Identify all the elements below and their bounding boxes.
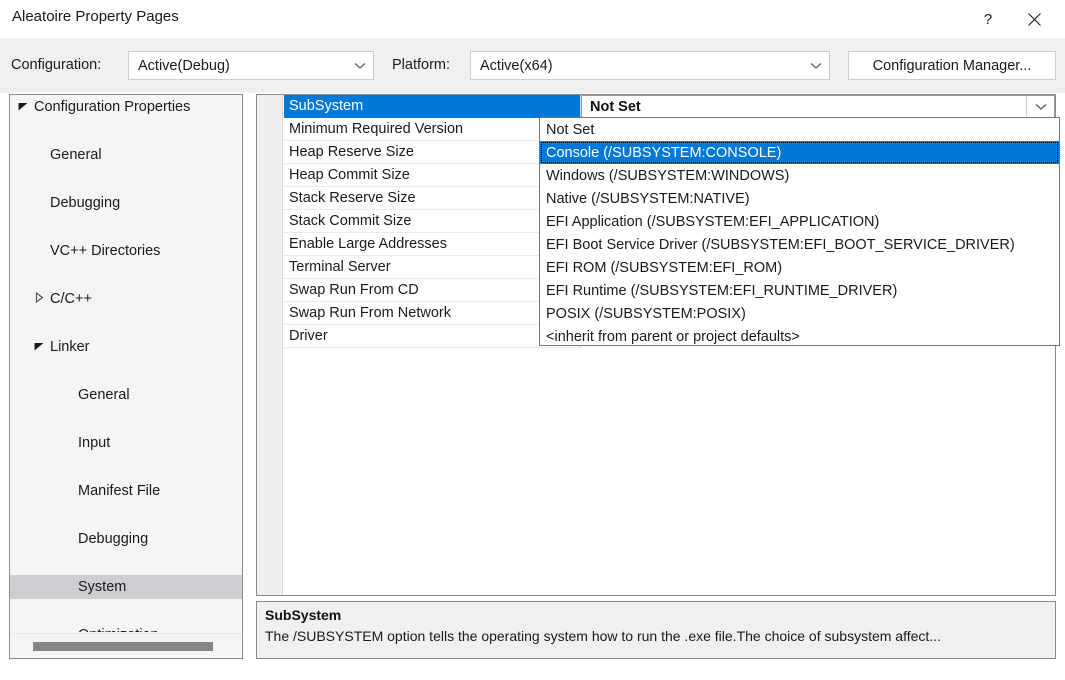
property-name[interactable]: Stack Commit Size <box>284 210 580 233</box>
tree-item-manifest-file[interactable]: Manifest File <box>10 479 242 503</box>
tree-item-label: Configuration Properties <box>34 99 191 115</box>
tree-item-label: Debugging <box>50 195 121 211</box>
tree-item-label: System <box>78 579 127 595</box>
configuration-label: Configuration: <box>11 57 102 73</box>
tree-item-vc-directories[interactable]: VC++ Directories <box>10 239 242 263</box>
tree-item-c-c[interactable]: C/C++ <box>10 287 242 311</box>
tree-item-configuration-properties[interactable]: Configuration Properties <box>10 95 242 119</box>
tree-item-general[interactable]: General <box>10 143 242 167</box>
dropdown-option[interactable]: EFI Application (/SUBSYSTEM:EFI_APPLICAT… <box>540 210 1059 233</box>
property-name[interactable]: Swap Run From Network <box>284 302 580 325</box>
property-name[interactable]: Swap Run From CD <box>284 279 580 302</box>
description-title: SubSystem <box>265 607 342 623</box>
chevron-down-icon <box>347 52 373 79</box>
tree-item-general[interactable]: General <box>10 383 242 407</box>
tree-item-linker[interactable]: Linker <box>10 335 242 359</box>
subsystem-dropdown-list[interactable]: Not Set Console (/SUBSYSTEM:CONSOLE) Windo… <box>539 117 1060 346</box>
description-text: The /SUBSYSTEM option tells the operatin… <box>265 628 941 644</box>
chevron-down-icon[interactable] <box>16 95 30 119</box>
chevron-down-icon <box>803 52 829 79</box>
tree-item-debugging[interactable]: Debugging <box>10 527 242 551</box>
dropdown-option[interactable]: <inherit from parent or project defaults… <box>540 325 1059 345</box>
configuration-manager-button[interactable]: Configuration Manager... <box>848 51 1056 80</box>
tree-item-label: Input <box>78 435 111 451</box>
dropdown-option[interactable]: EFI Runtime (/SUBSYSTEM:EFI_RUNTIME_DRIV… <box>540 279 1059 302</box>
property-name[interactable]: Driver <box>284 325 580 348</box>
title-bar: Aleatoire Property Pages ? <box>0 0 1065 38</box>
chevron-down-icon[interactable] <box>32 335 46 359</box>
dropdown-option[interactable]: EFI ROM (/SUBSYSTEM:EFI_ROM) <box>540 256 1059 279</box>
tree-horizontal-scrollbar[interactable] <box>11 633 241 657</box>
scrollbar-thumb[interactable] <box>33 642 213 651</box>
platform-dropdown[interactable]: Active(x64) <box>470 51 830 80</box>
tree-item-debugging[interactable]: Debugging <box>10 191 242 215</box>
dropdown-option[interactable]: POSIX (/SUBSYSTEM:POSIX) <box>540 302 1059 325</box>
property-row[interactable]: SubSystem Not Set <box>257 95 1055 119</box>
configuration-dropdown[interactable]: Active(Debug) <box>128 51 374 80</box>
help-button[interactable]: ? <box>965 0 1011 38</box>
question-mark-icon: ? <box>983 10 993 28</box>
dropdown-option[interactable]: Windows (/SUBSYSTEM:WINDOWS) <box>540 164 1059 187</box>
property-name[interactable]: Stack Reserve Size <box>284 187 580 210</box>
property-name[interactable]: Enable Large Addresses <box>284 233 580 256</box>
property-name[interactable]: SubSystem <box>284 95 580 118</box>
window-title: Aleatoire Property Pages <box>12 8 179 25</box>
tree-item-label: C/C++ <box>50 291 92 307</box>
subsystem-value-editor[interactable]: Not Set <box>581 95 1055 119</box>
configuration-bar: Configuration: Active(Debug) Platform: A… <box>0 38 1065 93</box>
tree-item-system[interactable]: System <box>10 575 242 599</box>
dropdown-option[interactable]: Native (/SUBSYSTEM:NATIVE) <box>540 187 1059 210</box>
close-button[interactable] <box>1011 0 1057 38</box>
chevron-down-icon[interactable] <box>1026 96 1054 118</box>
description-panel: SubSystem The /SUBSYSTEM option tells th… <box>256 601 1056 659</box>
tree-item-label: Manifest File <box>78 483 161 499</box>
property-name[interactable]: Terminal Server <box>284 256 580 279</box>
dropdown-option[interactable]: EFI Boot Service Driver (/SUBSYSTEM:EFI_… <box>540 233 1059 256</box>
tree-item-label: General <box>50 147 102 163</box>
platform-value: Active(x64) <box>480 57 553 74</box>
tree-item-label: Debugging <box>78 531 149 547</box>
dropdown-option[interactable]: Console (/SUBSYSTEM:CONSOLE) <box>540 141 1059 164</box>
property-name[interactable]: Heap Reserve Size <box>284 141 580 164</box>
property-name[interactable]: Minimum Required Version <box>284 118 580 141</box>
platform-label: Platform: <box>392 57 451 73</box>
tree-item-optimization[interactable]: Optimization <box>10 623 242 632</box>
tree-item-label: Optimization <box>78 627 159 632</box>
property-name[interactable]: Heap Commit Size <box>284 164 580 187</box>
configuration-value: Active(Debug) <box>138 57 230 74</box>
dropdown-option[interactable]: Not Set <box>540 118 1059 141</box>
configuration-properties-tree[interactable]: Configuration Properties General Debugging… <box>9 94 243 659</box>
close-icon <box>1027 12 1041 26</box>
chevron-right-icon[interactable] <box>32 287 46 311</box>
tree-item-label: VC++ Directories <box>50 243 161 259</box>
subsystem-value-text: Not Set <box>590 99 641 115</box>
tree-item-label: General <box>78 387 130 403</box>
tree-item-input[interactable]: Input <box>10 431 242 455</box>
tree-item-label: Linker <box>50 339 90 355</box>
tree-scroll-area: Configuration Properties General Debugging… <box>10 95 242 632</box>
